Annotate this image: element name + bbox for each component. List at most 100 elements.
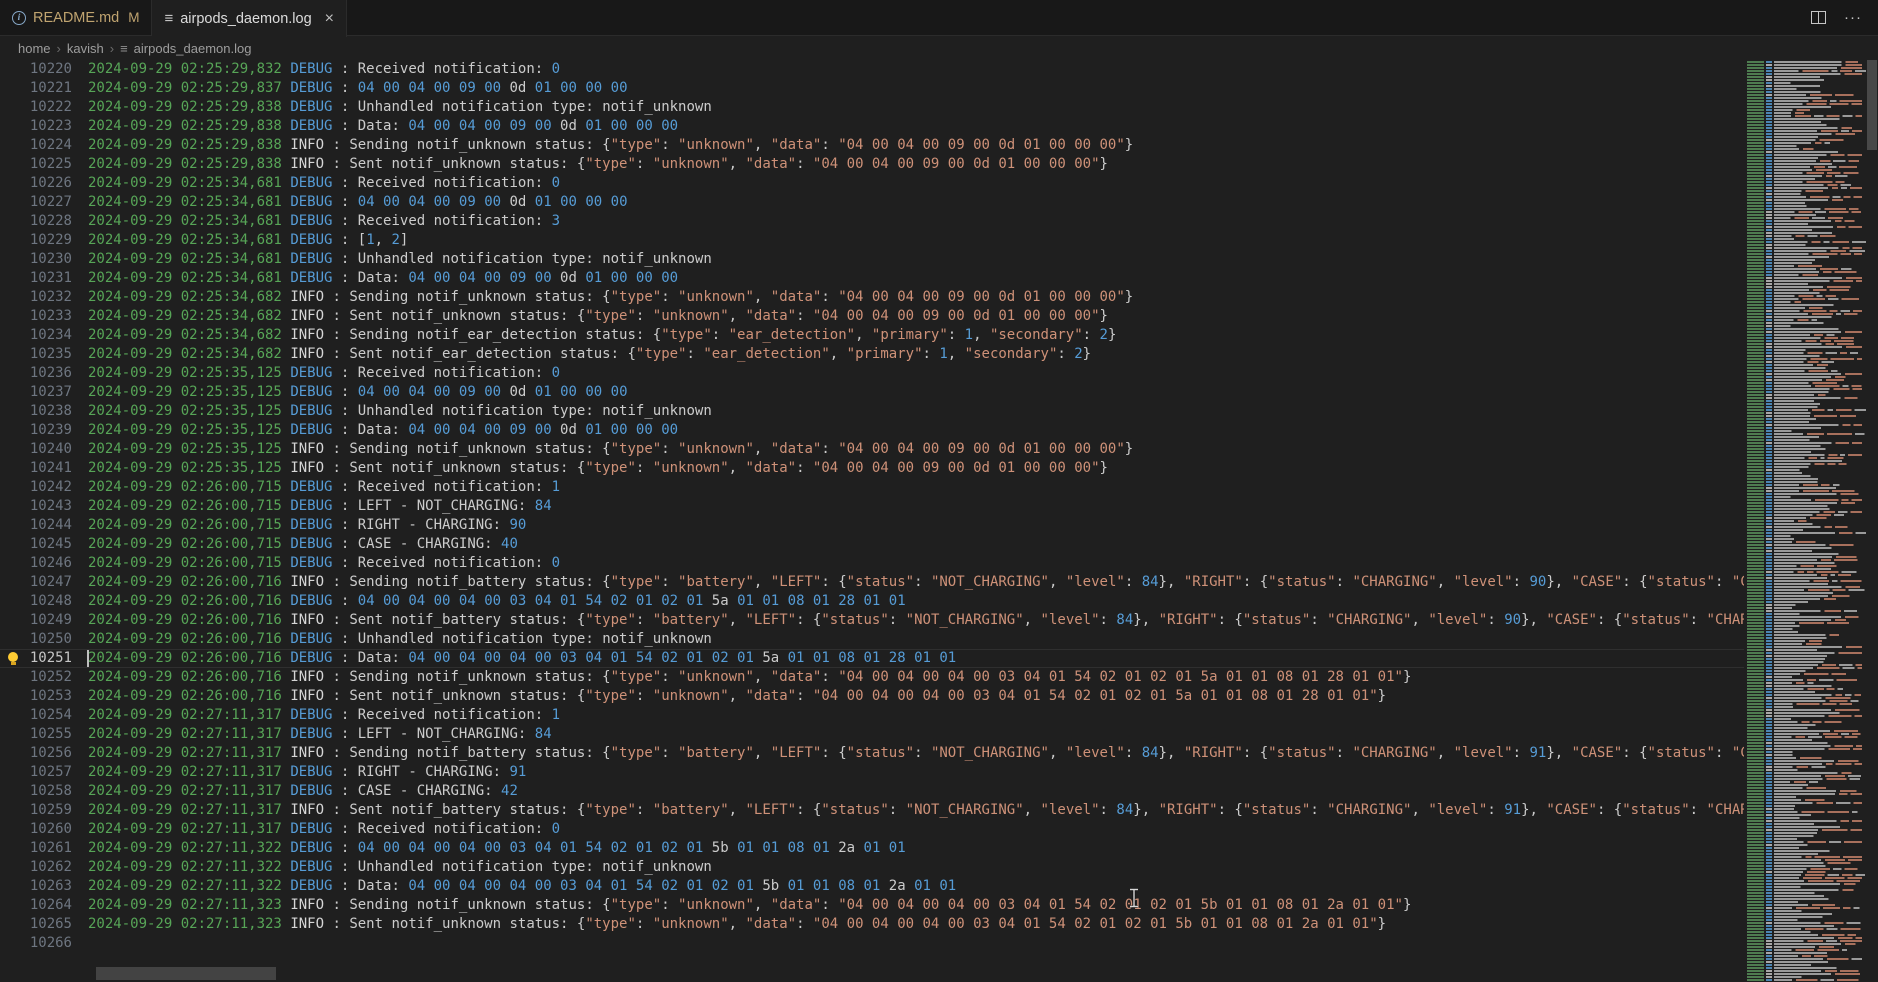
log-line[interactable]: 102582024-09-29 02:27:11,317 DEBUG : CAS… — [0, 782, 1744, 801]
log-line[interactable]: 102422024-09-29 02:26:00,715 DEBUG : Rec… — [0, 478, 1744, 497]
line-number[interactable]: 10260 — [0, 820, 72, 839]
log-line[interactable]: 102572024-09-29 02:27:11,317 DEBUG : RIG… — [0, 763, 1744, 782]
log-line[interactable]: 102302024-09-29 02:25:34,681 DEBUG : Unh… — [0, 250, 1744, 269]
line-number[interactable]: 10256 — [0, 744, 72, 763]
log-line[interactable]: 102472024-09-29 02:26:00,716 INFO : Send… — [0, 573, 1744, 592]
log-line[interactable]: 102622024-09-29 02:27:11,322 DEBUG : Unh… — [0, 858, 1744, 877]
log-line[interactable]: 102212024-09-29 02:25:29,837 DEBUG : 04 … — [0, 79, 1744, 98]
line-number[interactable]: 10232 — [0, 288, 72, 307]
line-number[interactable]: 10229 — [0, 231, 72, 250]
log-line[interactable]: 102242024-09-29 02:25:29,838 INFO : Send… — [0, 136, 1744, 155]
log-line[interactable]: 102282024-09-29 02:25:34,681 DEBUG : Rec… — [0, 212, 1744, 231]
tab-airpods-daemon-log[interactable]: ≡ airpods_daemon.log × — [152, 0, 347, 37]
line-number[interactable]: 10235 — [0, 345, 72, 364]
log-line[interactable]: 102372024-09-29 02:25:35,125 DEBUG : 04 … — [0, 383, 1744, 402]
log-line[interactable]: 102512024-09-29 02:26:00,716 DEBUG : Dat… — [0, 649, 1744, 668]
vertical-scrollbar-thumb[interactable] — [1867, 60, 1877, 150]
line-number[interactable]: 10265 — [0, 915, 72, 934]
line-number[interactable]: 10224 — [0, 136, 72, 155]
log-line[interactable]: 102522024-09-29 02:26:00,716 INFO : Send… — [0, 668, 1744, 687]
line-number[interactable]: 10238 — [0, 402, 72, 421]
line-number[interactable]: 10245 — [0, 535, 72, 554]
vertical-scrollbar[interactable] — [1866, 60, 1878, 982]
line-number[interactable]: 10246 — [0, 554, 72, 573]
log-line[interactable]: 102492024-09-29 02:26:00,716 INFO : Sent… — [0, 611, 1744, 630]
line-number[interactable]: 10237 — [0, 383, 72, 402]
line-number[interactable]: 10233 — [0, 307, 72, 326]
minimap[interactable] — [1746, 60, 1866, 982]
log-line[interactable]: 102612024-09-29 02:27:11,322 DEBUG : 04 … — [0, 839, 1744, 858]
split-editor-icon[interactable] — [1811, 11, 1826, 24]
log-line[interactable]: 102342024-09-29 02:25:34,682 INFO : Send… — [0, 326, 1744, 345]
log-line[interactable]: 102312024-09-29 02:25:34,681 DEBUG : Dat… — [0, 269, 1744, 288]
log-line[interactable]: 102432024-09-29 02:26:00,715 DEBUG : LEF… — [0, 497, 1744, 516]
line-number[interactable]: 10253 — [0, 687, 72, 706]
line-number[interactable]: 10250 — [0, 630, 72, 649]
line-number[interactable]: 10225 — [0, 155, 72, 174]
line-number[interactable]: 10241 — [0, 459, 72, 478]
log-line[interactable]: 10266 — [0, 934, 1744, 953]
line-number[interactable]: 10252 — [0, 668, 72, 687]
log-line[interactable]: 102632024-09-29 02:27:11,322 DEBUG : Dat… — [0, 877, 1744, 896]
log-line[interactable]: 102332024-09-29 02:25:34,682 INFO : Sent… — [0, 307, 1744, 326]
log-line[interactable]: 102532024-09-29 02:26:00,716 INFO : Sent… — [0, 687, 1744, 706]
line-number[interactable]: 10257 — [0, 763, 72, 782]
line-number[interactable]: 10234 — [0, 326, 72, 345]
log-line[interactable]: 102202024-09-29 02:25:29,832 DEBUG : Rec… — [0, 60, 1744, 79]
line-number[interactable]: 10236 — [0, 364, 72, 383]
line-number[interactable]: 10255 — [0, 725, 72, 744]
breadcrumb-item-file[interactable]: airpods_daemon.log — [134, 41, 252, 56]
line-number[interactable]: 10263 — [0, 877, 72, 896]
line-number[interactable]: 10264 — [0, 896, 72, 915]
log-line[interactable]: 102292024-09-29 02:25:34,681 DEBUG : [1,… — [0, 231, 1744, 250]
line-number[interactable]: 10220 — [0, 60, 72, 79]
log-line[interactable]: 102392024-09-29 02:25:35,125 DEBUG : Dat… — [0, 421, 1744, 440]
log-line[interactable]: 102502024-09-29 02:26:00,716 DEBUG : Unh… — [0, 630, 1744, 649]
log-line[interactable]: 102272024-09-29 02:25:34,681 DEBUG : 04 … — [0, 193, 1744, 212]
line-number[interactable]: 10221 — [0, 79, 72, 98]
line-number[interactable]: 10262 — [0, 858, 72, 877]
log-line[interactable]: 102222024-09-29 02:25:29,838 DEBUG : Unh… — [0, 98, 1744, 117]
line-number[interactable]: 10254 — [0, 706, 72, 725]
log-line[interactable]: 102592024-09-29 02:27:11,317 INFO : Sent… — [0, 801, 1744, 820]
line-number[interactable]: 10242 — [0, 478, 72, 497]
line-number[interactable]: 10239 — [0, 421, 72, 440]
line-number[interactable]: 10243 — [0, 497, 72, 516]
log-line[interactable]: 102562024-09-29 02:27:11,317 INFO : Send… — [0, 744, 1744, 763]
line-number[interactable]: 10266 — [0, 934, 72, 953]
line-number[interactable]: 10244 — [0, 516, 72, 535]
log-line[interactable]: 102322024-09-29 02:25:34,682 INFO : Send… — [0, 288, 1744, 307]
line-number[interactable]: 10223 — [0, 117, 72, 136]
line-number[interactable]: 10247 — [0, 573, 72, 592]
line-number[interactable]: 10222 — [0, 98, 72, 117]
tab-readme[interactable]: i README.md M — [0, 0, 152, 35]
line-number[interactable]: 10226 — [0, 174, 72, 193]
line-number[interactable]: 10249 — [0, 611, 72, 630]
line-number[interactable]: 10231 — [0, 269, 72, 288]
code-area[interactable]: 102202024-09-29 02:25:29,832 DEBUG : Rec… — [0, 60, 1744, 982]
close-icon[interactable]: × — [325, 11, 334, 27]
log-line[interactable]: 102462024-09-29 02:26:00,715 DEBUG : Rec… — [0, 554, 1744, 573]
log-line[interactable]: 102382024-09-29 02:25:35,125 DEBUG : Unh… — [0, 402, 1744, 421]
log-line[interactable]: 102482024-09-29 02:26:00,716 DEBUG : 04 … — [0, 592, 1744, 611]
log-line[interactable]: 102232024-09-29 02:25:29,838 DEBUG : Dat… — [0, 117, 1744, 136]
line-number[interactable]: 10227 — [0, 193, 72, 212]
line-number[interactable]: 10261 — [0, 839, 72, 858]
line-number[interactable]: 10240 — [0, 440, 72, 459]
breadcrumb-item-kavish[interactable]: kavish — [67, 41, 104, 56]
log-line[interactable]: 102542024-09-29 02:27:11,317 DEBUG : Rec… — [0, 706, 1744, 725]
log-line[interactable]: 102602024-09-29 02:27:11,317 DEBUG : Rec… — [0, 820, 1744, 839]
horizontal-scrollbar-thumb[interactable] — [96, 967, 276, 980]
line-number[interactable]: 10258 — [0, 782, 72, 801]
more-actions-icon[interactable]: ··· — [1844, 14, 1862, 22]
line-number[interactable]: 10259 — [0, 801, 72, 820]
line-number[interactable]: 10230 — [0, 250, 72, 269]
log-line[interactable]: 102412024-09-29 02:25:35,125 INFO : Sent… — [0, 459, 1744, 478]
breadcrumb-item-home[interactable]: home — [18, 41, 51, 56]
log-line[interactable]: 102402024-09-29 02:25:35,125 INFO : Send… — [0, 440, 1744, 459]
log-line[interactable]: 102442024-09-29 02:26:00,715 DEBUG : RIG… — [0, 516, 1744, 535]
log-line[interactable]: 102642024-09-29 02:27:11,323 INFO : Send… — [0, 896, 1744, 915]
line-number[interactable]: 10248 — [0, 592, 72, 611]
lightbulb-icon[interactable] — [7, 652, 19, 665]
log-line[interactable]: 102352024-09-29 02:25:34,682 INFO : Sent… — [0, 345, 1744, 364]
